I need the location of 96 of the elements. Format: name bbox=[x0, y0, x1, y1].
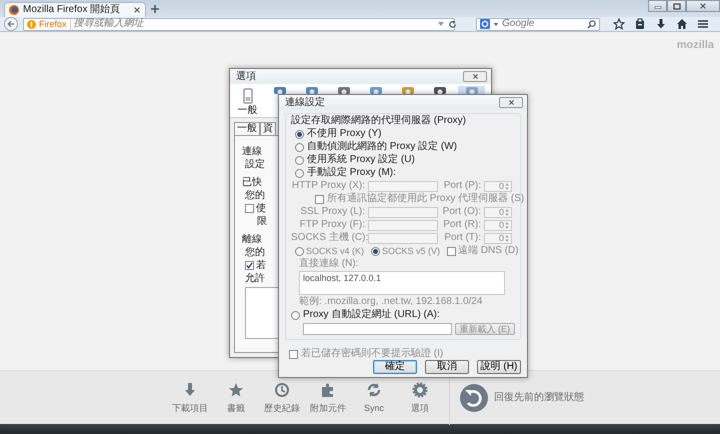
maximize-button[interactable] bbox=[667, 0, 686, 12]
close-icon bbox=[508, 99, 514, 106]
maximize-icon bbox=[672, 2, 680, 10]
close-icon bbox=[472, 73, 478, 80]
search-bar[interactable]: Google bbox=[476, 18, 600, 30]
tab[interactable]: 資 bbox=[260, 122, 276, 135]
reload-icon[interactable] bbox=[448, 20, 457, 28]
checkbox-label: 使 bbox=[256, 202, 266, 214]
radio-button[interactable] bbox=[295, 142, 304, 152]
close-button[interactable] bbox=[499, 97, 523, 108]
checkbox-label: 所有通訊協定都使用此 Proxy 代理伺服器 (S) bbox=[327, 193, 524, 205]
reload-button[interactable]: 重新載入 (E) bbox=[454, 323, 515, 335]
close-button[interactable] bbox=[463, 71, 487, 82]
hint-text: 範例: .mozilla.org, .net.tw, 192.168.1.0/24 bbox=[298, 296, 482, 308]
tab[interactable]: 一般 bbox=[234, 122, 260, 135]
search-engine-icon[interactable] bbox=[480, 19, 490, 29]
checkbox[interactable] bbox=[245, 204, 254, 213]
field-label: SSL Proxy (L): bbox=[299, 206, 365, 218]
setting-text: 允許 bbox=[245, 272, 265, 285]
close-icon[interactable] bbox=[133, 6, 141, 14]
back-button[interactable] bbox=[4, 17, 18, 31]
radio-button[interactable] bbox=[291, 310, 300, 320]
puzzle-piece-icon bbox=[320, 382, 336, 398]
close-icon bbox=[699, 2, 707, 10]
downloads-button[interactable]: 下載項目 bbox=[167, 382, 213, 414]
close-button[interactable] bbox=[686, 0, 720, 12]
field-label: Port (O): bbox=[442, 206, 481, 218]
back-arrow-icon bbox=[7, 20, 15, 28]
switch-icon bbox=[240, 88, 254, 104]
radio-button[interactable] bbox=[295, 156, 304, 164]
clock-icon bbox=[274, 382, 290, 398]
settings-button[interactable]: 選項 bbox=[397, 382, 443, 414]
option-label: SOCKS v4 (K) bbox=[306, 245, 364, 257]
clipboard-icon[interactable] bbox=[634, 18, 646, 30]
dropdown-icon[interactable] bbox=[436, 21, 445, 27]
dialog-button[interactable]: 取消 bbox=[425, 360, 469, 374]
field-label: Port (R): bbox=[442, 219, 481, 231]
checkbox-label: 若 bbox=[256, 260, 266, 272]
sync-icon bbox=[366, 382, 382, 398]
field-label: Port (T): bbox=[443, 232, 481, 244]
field-label: Port (P): bbox=[442, 180, 481, 192]
field-label: FTP Proxy (F): bbox=[298, 219, 365, 231]
check-icon bbox=[246, 262, 253, 269]
group-heading: 離線 bbox=[242, 233, 262, 246]
address-bar[interactable]: Firefox 搜尋或輸入網址 bbox=[23, 18, 455, 30]
checkbox-label: 若已儲存密碼則不要提示驗證 (I) bbox=[301, 348, 444, 360]
dialog-button[interactable]: 確定 bbox=[373, 360, 417, 374]
radio-button[interactable] bbox=[295, 168, 304, 178]
option-label: 使用系統 Proxy 設定 (U) bbox=[307, 154, 415, 166]
checkbox-label: 遠端 DNS (D) bbox=[458, 245, 519, 257]
download-icon[interactable] bbox=[655, 18, 667, 30]
group-heading: 連線 bbox=[242, 145, 262, 158]
setting-text: 設定 bbox=[245, 158, 265, 171]
firefox-logo-icon bbox=[9, 5, 19, 15]
option-label: 不使用 Proxy (Y) bbox=[307, 128, 382, 140]
group-heading: 已快 bbox=[242, 176, 262, 189]
restore-icon bbox=[460, 384, 488, 412]
field-label: SOCKS 主機 (C): bbox=[291, 232, 365, 244]
addons-button[interactable]: 附加元件 bbox=[305, 382, 351, 414]
option-label: SOCKS v5 (V) bbox=[382, 245, 440, 257]
pane-tab[interactable]: 一般 bbox=[234, 86, 261, 117]
setting-text: 限 bbox=[256, 215, 267, 228]
download-arrow-icon bbox=[182, 382, 198, 398]
star-icon[interactable] bbox=[613, 18, 625, 30]
group-legend: 設定存取網際網路的代理伺服器 (Proxy) bbox=[291, 115, 515, 127]
dialog-button[interactable]: 說明 (H) bbox=[477, 360, 521, 374]
gear-icon bbox=[412, 382, 428, 398]
setting-text: 您的 bbox=[245, 246, 265, 259]
menu-icon[interactable] bbox=[697, 18, 709, 30]
brand-wordmark: mozilla bbox=[676, 38, 715, 51]
search-icon[interactable] bbox=[587, 20, 596, 28]
window-title: 連線設定 bbox=[285, 96, 325, 108]
history-button[interactable]: 歷史紀錄 bbox=[259, 382, 305, 414]
star-icon bbox=[228, 382, 244, 398]
option-label: 自動偵測此網路的 Proxy 設定 (W) bbox=[307, 141, 457, 153]
field-label: 直接連線 (N): bbox=[298, 258, 358, 270]
plus-icon[interactable] bbox=[150, 4, 160, 14]
minimize-icon bbox=[654, 3, 662, 9]
checkbox[interactable] bbox=[289, 350, 298, 358]
option-label: 手動設定 Proxy (M): bbox=[307, 167, 396, 179]
radio-button[interactable] bbox=[295, 130, 304, 138]
browser-tab[interactable]: Mozilla Firefox 開始頁 bbox=[4, 2, 146, 17]
info-icon[interactable] bbox=[27, 20, 36, 28]
search-input[interactable]: Google bbox=[502, 18, 584, 30]
restore-session-button[interactable]: 回復先前的瀏覽狀態 bbox=[460, 384, 584, 412]
identity-label: Firefox bbox=[39, 18, 71, 30]
address-input[interactable]: 搜尋或輸入網址 bbox=[74, 18, 434, 30]
option-label: Proxy 自動設定網址 (URL) (A): bbox=[303, 309, 440, 321]
setting-text: 您的 bbox=[245, 189, 265, 202]
bookmarks-button[interactable]: 書籤 bbox=[213, 382, 259, 414]
checkbox[interactable] bbox=[245, 261, 254, 270]
home-icon[interactable] bbox=[676, 18, 688, 30]
window-title: 選項 bbox=[236, 70, 256, 82]
sync-button[interactable]: Sync bbox=[351, 382, 397, 414]
field-label: HTTP Proxy (X): bbox=[291, 180, 365, 192]
dropdown-icon[interactable] bbox=[493, 22, 499, 26]
